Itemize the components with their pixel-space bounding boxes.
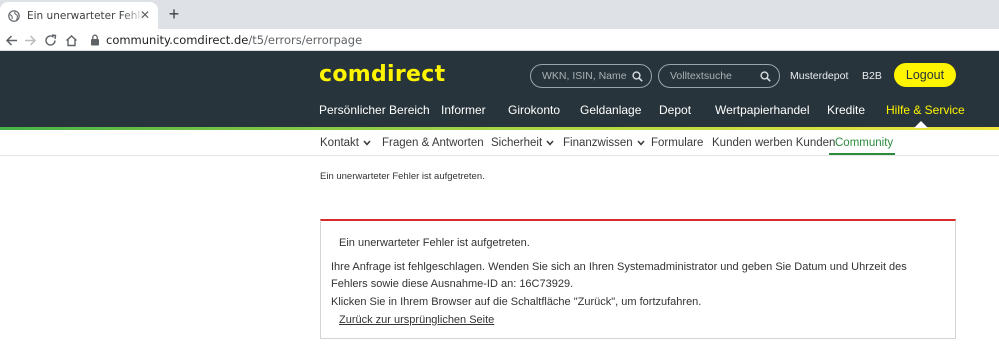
- main-nav-hilfe-service[interactable]: Hilfe & Service: [886, 103, 965, 117]
- sub-nav-sicherheit[interactable]: Sicherheit: [491, 137, 554, 149]
- fulltext-search-input[interactable]: Volltextsuche: [658, 64, 780, 88]
- chevron-down-icon: [363, 140, 371, 146]
- sub-nav-finanzwissen[interactable]: Finanzwissen: [563, 137, 645, 149]
- back-button[interactable]: [2, 31, 20, 49]
- wkn-search-placeholder: WKN, ISIN, Name: [542, 70, 627, 82]
- comdirect-logo[interactable]: comdirect: [319, 62, 445, 87]
- main-nav-persoenlicher-bereich[interactable]: Persönlicher Bereich: [319, 103, 430, 117]
- main-nav-geldanlage[interactable]: Geldanlage: [580, 103, 641, 117]
- reload-icon: [44, 33, 56, 46]
- arrow-left-icon: [5, 34, 17, 46]
- error-line-2: Fehlers sowie diese Ausnahme-ID an: 16C7…: [331, 278, 574, 290]
- search-icon[interactable]: [760, 70, 771, 82]
- error-title: Ein unerwarteter Fehler ist aufgetreten.: [339, 237, 530, 249]
- error-line-1: Ihre Anfrage ist fehlgeschlagen. Wenden …: [331, 261, 907, 273]
- main-nav-kredite[interactable]: Kredite: [827, 103, 865, 117]
- lock-icon: [91, 34, 99, 46]
- sub-nav-label: Kunden werben Kunden: [712, 137, 836, 149]
- main-nav-girokonto[interactable]: Girokonto: [508, 103, 560, 117]
- chevron-down-icon: [637, 140, 645, 146]
- tab-title: Ein unerwarteter Fehler ist aufgetreten: [27, 9, 145, 22]
- home-button[interactable]: [62, 31, 80, 49]
- chevron-down-icon: [546, 140, 554, 146]
- home-icon: [65, 34, 77, 46]
- sub-nav-active-underline: [829, 153, 895, 155]
- sub-nav-label: Kontakt: [320, 137, 359, 149]
- fulltext-search-placeholder: Volltextsuche: [670, 70, 732, 82]
- forward-button[interactable]: [21, 31, 39, 49]
- new-tab-button[interactable]: +: [164, 4, 184, 24]
- arrow-right-icon: [24, 34, 36, 46]
- globe-icon: [8, 9, 20, 22]
- sub-nav-community[interactable]: Community: [835, 137, 893, 149]
- sub-nav-label: Fragen & Antworten: [382, 137, 484, 149]
- b2b-link[interactable]: B2B: [862, 70, 882, 82]
- sub-nav-label: Community: [835, 137, 894, 149]
- sub-nav-formulare[interactable]: Formulare: [651, 137, 703, 149]
- logout-button[interactable]: Logout: [894, 63, 956, 87]
- sub-nav: Kontakt Fragen & Antworten Sicherheit Fi…: [0, 130, 999, 156]
- main-nav-wertpapierhandel[interactable]: Wertpapierhandel: [715, 103, 810, 117]
- address-bar[interactable]: community.comdirect.de/t5/errors/errorpa…: [90, 32, 362, 48]
- error-box: Ein unerwarteter Fehler ist aufgetreten.…: [320, 219, 956, 339]
- url-path: /t5/errors/errorpage: [248, 33, 363, 47]
- sub-nav-kontakt[interactable]: Kontakt: [320, 137, 371, 149]
- wkn-search-input[interactable]: WKN, ISIN, Name: [530, 64, 652, 88]
- sub-nav-label: Formulare: [651, 137, 704, 149]
- musterdepot-link[interactable]: Musterdepot: [790, 70, 848, 82]
- close-tab-icon[interactable]: ✕: [140, 9, 150, 21]
- main-nav-informer[interactable]: Informer: [441, 103, 486, 117]
- search-icon[interactable]: [632, 70, 643, 82]
- sub-nav-kunden-werben-kunden[interactable]: Kunden werben Kunden: [712, 137, 835, 149]
- page-error-message: Ein unerwarteter Fehler ist aufgetreten.: [320, 171, 485, 182]
- active-nav-indicator: [914, 121, 928, 128]
- sub-nav-label: Sicherheit: [491, 137, 543, 149]
- site-header: comdirect WKN, ISIN, Name Volltextsuche …: [0, 51, 999, 130]
- main-nav-depot[interactable]: Depot: [659, 103, 691, 117]
- browser-tab[interactable]: Ein unerwarteter Fehler ist aufgetreten …: [0, 2, 158, 29]
- browser-toolbar: community.comdirect.de/t5/errors/errorpa…: [0, 29, 999, 51]
- reload-button[interactable]: [41, 31, 59, 49]
- url-host: community.comdirect.de: [106, 33, 249, 47]
- sub-nav-label: Finanzwissen: [563, 137, 633, 149]
- browser-tabstrip: Ein unerwarteter Fehler ist aufgetreten …: [0, 0, 999, 29]
- back-to-original-page-link[interactable]: Zurück zur ursprünglichen Seite: [339, 314, 494, 326]
- sub-nav-fragen-antworten[interactable]: Fragen & Antworten: [382, 137, 484, 149]
- error-line-3: Klicken Sie in Ihrem Browser auf die Sch…: [331, 296, 702, 308]
